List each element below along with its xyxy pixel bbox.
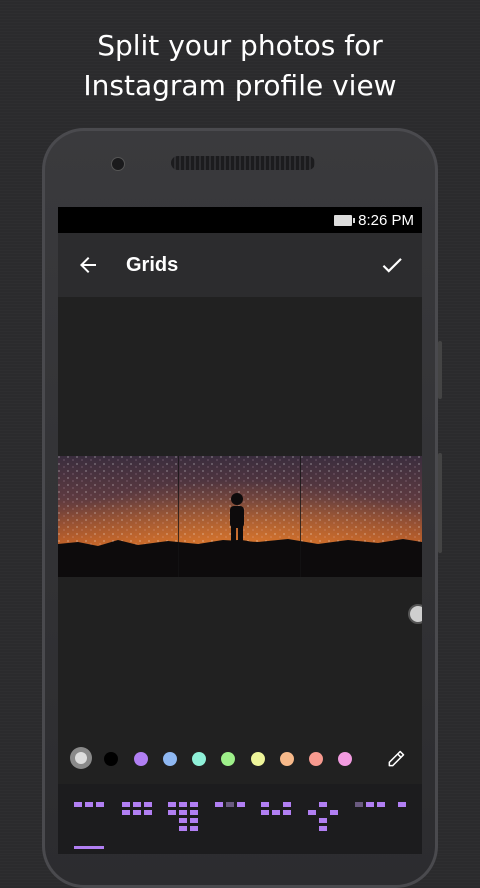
color-swatch[interactable] xyxy=(104,752,118,766)
layout-grid-custom-5[interactable] xyxy=(398,802,418,812)
layout-grid-1x3[interactable] xyxy=(74,802,104,812)
check-icon xyxy=(382,258,402,273)
color-swatch[interactable] xyxy=(280,752,294,766)
grid-line-2 xyxy=(300,456,301,577)
back-button[interactable] xyxy=(64,241,112,289)
color-swatch[interactable] xyxy=(221,752,235,766)
eyedropper-icon xyxy=(388,750,405,767)
headline: Split your photos for Instagram profile … xyxy=(0,26,480,106)
color-swatch-selected[interactable] xyxy=(70,747,92,769)
color-swatch[interactable] xyxy=(134,752,148,766)
app-bar: Grids xyxy=(58,233,422,297)
slider-handle[interactable] xyxy=(408,604,422,624)
color-swatch[interactable] xyxy=(251,752,265,766)
color-picker-button[interactable] xyxy=(386,749,406,769)
headline-line-2: Instagram profile view xyxy=(83,69,397,102)
volume-button xyxy=(438,341,442,399)
selected-layout-indicator xyxy=(74,846,104,849)
battery-icon xyxy=(334,214,356,226)
phone-screen: 8:26 PM Grids xyxy=(58,207,422,854)
layout-grid-custom-1[interactable] xyxy=(215,802,245,812)
grid-line-1 xyxy=(178,456,179,577)
layout-grid-custom-3[interactable] xyxy=(308,802,338,832)
night-sky-photo xyxy=(58,456,422,577)
grid-layout-strip xyxy=(58,784,422,854)
layout-grid-custom-4[interactable] xyxy=(355,802,385,812)
confirm-button[interactable] xyxy=(368,241,416,289)
color-swatch[interactable] xyxy=(338,752,352,766)
page-title: Grids xyxy=(126,253,179,276)
color-swatch[interactable] xyxy=(192,752,206,766)
color-swatch[interactable] xyxy=(309,752,323,766)
power-button xyxy=(438,453,442,553)
layout-grid-custom-2[interactable] xyxy=(261,802,291,820)
photo-preview[interactable] xyxy=(58,456,422,577)
arrow-left-icon xyxy=(80,257,96,273)
layout-grid-2x3[interactable] xyxy=(122,802,152,820)
front-camera xyxy=(111,157,125,171)
status-time: 8:26 PM xyxy=(358,211,414,229)
color-swatch[interactable] xyxy=(163,752,177,766)
layout-grid-3x3[interactable] xyxy=(168,802,198,832)
status-bar: 8:26 PM xyxy=(58,207,422,233)
earpiece-speaker xyxy=(171,156,315,170)
headline-line-1: Split your photos for xyxy=(97,29,383,62)
color-palette xyxy=(70,747,410,771)
